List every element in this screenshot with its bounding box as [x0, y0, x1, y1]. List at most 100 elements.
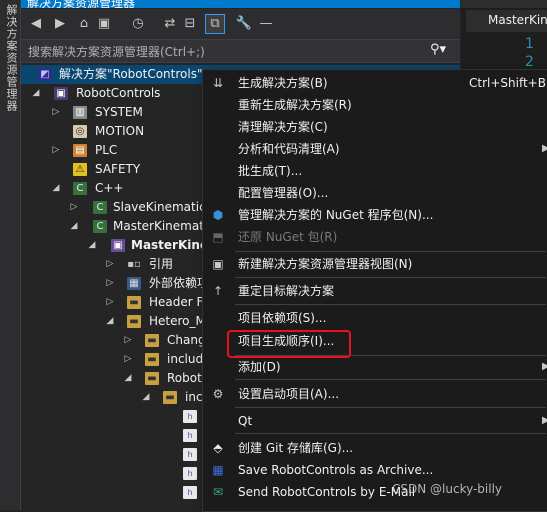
collapse-arrow-icon[interactable]: ▷ — [123, 350, 133, 369]
menu-item-label: 重新生成解决方案(R) — [238, 98, 352, 112]
menu-item-new-view[interactable]: ▣ 新建解决方案资源管理器视图(N) — [203, 253, 547, 275]
expand-arrow-icon[interactable]: ◢ — [51, 179, 61, 198]
forward-icon[interactable]: ▶ — [51, 15, 69, 33]
tree-item-label: 外部依赖项 — [149, 276, 210, 290]
menu-item-label: 添加(D) — [238, 360, 281, 374]
cpp-module-icon: C — [93, 220, 107, 233]
menu-item-rebuild-solution[interactable]: 重新生成解决方案(R) — [203, 94, 547, 116]
search-input[interactable]: 搜索解决方案资源管理器(Ctrl+;) ⚲▾ — [21, 39, 460, 63]
collapse-arrow-icon[interactable]: ▷ — [105, 255, 115, 274]
tree-item-label: Hetero_M — [149, 314, 206, 328]
motion-icon: ◎ — [73, 125, 87, 138]
menu-item-create-git-repo[interactable]: ⬘ 创建 Git 存储库(G)... — [203, 437, 547, 459]
nuget-icon: ⬢ — [212, 208, 224, 222]
menu-item-save-archive[interactable]: ▦ Save RobotControls as Archive... — [203, 459, 547, 481]
new-view-icon: ▣ — [212, 257, 224, 271]
expand-arrow-icon[interactable]: ◢ — [105, 312, 115, 331]
menu-item-label: 清理解决方案(C) — [238, 120, 328, 134]
collapse-arrow-icon[interactable]: ▷ — [51, 141, 61, 160]
menu-item-restore-nuget: ⬒ 还原 NuGet 包(R) — [203, 226, 547, 248]
solution-explorer-side-tab[interactable]: 解决方案资源管理器 — [0, 0, 21, 510]
gear-icon: ⚙ — [212, 387, 224, 401]
collapse-arrow-icon[interactable]: ▷ — [105, 274, 115, 293]
tree-item-label: 引用 — [149, 257, 174, 271]
git-repo-icon: ⬘ — [213, 441, 223, 455]
external-deps-icon: ▦ — [127, 277, 141, 290]
menu-item-batch-build[interactable]: 批生成(T)... — [203, 160, 547, 182]
panel-title: 解决方案资源管理器 — [27, 0, 136, 8]
menu-item-clean-solution[interactable]: 清理解决方案(C) — [203, 116, 547, 138]
collapse-arrow-icon[interactable]: ▷ — [105, 293, 115, 312]
pending-changes-icon[interactable]: ◷ — [129, 15, 147, 33]
menu-separator — [235, 277, 546, 278]
expand-arrow-icon[interactable]: ◢ — [69, 217, 79, 236]
menu-item-label: 配置管理器(O)... — [238, 186, 329, 200]
safety-icon: ⚠ — [73, 163, 87, 176]
folder-open-icon: ▬ — [163, 391, 177, 404]
panel-title-bar[interactable]: 解决方案资源管理器 — [21, 0, 460, 8]
menu-item-retarget[interactable]: ↑ 重定目标解决方案 — [203, 280, 547, 302]
folder-open-icon: ▬ — [145, 372, 159, 385]
menu-item-add[interactable]: 添加(D) ▶ — [203, 356, 547, 378]
expand-arrow-icon[interactable]: ◢ — [123, 369, 133, 388]
tree-item-label: Chang — [167, 333, 206, 347]
email-icon: ✉ — [212, 485, 224, 499]
menu-item-startup-projects[interactable]: ⚙ 设置启动项目(A)... — [203, 383, 547, 405]
switch-views-icon[interactable]: ▣ — [95, 15, 113, 33]
menu-item-config-manager[interactable]: 配置管理器(O)... — [203, 182, 547, 204]
menu-separator — [235, 304, 546, 305]
editor-tab-bar — [461, 0, 547, 8]
expand-arrow-icon[interactable]: ◢ — [31, 84, 41, 103]
submenu-arrow-icon: ▶ — [542, 415, 547, 426]
menu-item-label: 创建 Git 存储库(G)... — [238, 441, 354, 455]
expand-arrow-icon[interactable]: ◢ — [141, 388, 151, 407]
editor-tab-label: MasterKin — [488, 13, 547, 27]
archive-icon: ▦ — [212, 463, 224, 477]
menu-item-build-solution[interactable]: ⇊ 生成解决方案(B) Ctrl+Shift+B — [203, 72, 547, 94]
menu-item-qt[interactable]: Qt ▶ — [203, 410, 547, 432]
menu-item-manage-nuget[interactable]: ⬢ 管理解决方案的 NuGet 程序包(N)... — [203, 204, 547, 226]
pin-icon[interactable]: — — [257, 15, 275, 33]
system-icon: ▥ — [73, 106, 87, 119]
menu-separator — [235, 407, 546, 408]
folder-icon: ▬ — [145, 334, 159, 347]
menu-item-shortcut: Ctrl+Shift+B — [469, 76, 546, 90]
menu-item-label: 批生成(T)... — [238, 164, 303, 178]
collapse-arrow-icon[interactable]: ▷ — [69, 198, 79, 217]
tree-item-label: Robot — [167, 371, 202, 385]
collapse-arrow-icon[interactable]: ▷ — [123, 331, 133, 350]
back-icon[interactable]: ◀ — [27, 15, 45, 33]
restore-icon: ⬒ — [212, 230, 224, 244]
tree-item-label: SYSTEM — [95, 105, 143, 119]
properties-wrench-icon[interactable]: 🔧 — [235, 15, 253, 33]
tree-item-label: RobotControls — [76, 86, 161, 100]
cpp-module-icon: C — [93, 201, 107, 214]
project-icon: ▣ — [54, 87, 68, 100]
solution-icon: ◩ — [38, 68, 52, 81]
menu-item-label: 分析和代码清理(A) — [238, 142, 340, 156]
sync-icon[interactable]: ⇄ — [161, 15, 179, 33]
menu-item-label: 项目依赖项(S)... — [238, 311, 327, 325]
menu-item-label: 生成解决方案(B) — [238, 76, 328, 90]
highlight-box — [227, 330, 351, 358]
home-icon[interactable]: ⌂ — [75, 15, 93, 33]
editor-tab[interactable]: MasterKin — [466, 10, 547, 32]
header-file-icon: h — [183, 410, 197, 423]
menu-item-label: 管理解决方案的 NuGet 程序包(N)... — [238, 208, 434, 222]
tree-item-label: SlaveKinematics — [113, 200, 212, 214]
menu-item-label: 设置启动项目(A)... — [238, 387, 340, 401]
menu-item-project-deps[interactable]: 项目依赖项(S)... — [203, 307, 547, 329]
menu-item-analyze-cleanup[interactable]: 分析和代码清理(A) ▶ — [203, 138, 547, 160]
collapse-all-icon[interactable]: ⊟ — [181, 15, 199, 33]
show-all-files-icon[interactable]: ⧉ — [205, 14, 225, 34]
collapse-arrow-icon[interactable]: ▷ — [51, 103, 61, 122]
side-tab-label: 解决方案资源管理器 — [5, 4, 18, 112]
expand-arrow-icon[interactable]: ◢ — [87, 236, 97, 255]
menu-item-label: Save RobotControls as Archive... — [238, 463, 434, 477]
menu-item-label: Qt — [238, 414, 253, 428]
folder-open-icon: ▬ — [127, 315, 141, 328]
menu-item-label: 重定目标解决方案 — [238, 284, 335, 298]
search-icon[interactable]: ⚲▾ — [430, 42, 446, 57]
submenu-arrow-icon: ▶ — [542, 361, 547, 372]
header-file-icon: h — [183, 448, 197, 461]
